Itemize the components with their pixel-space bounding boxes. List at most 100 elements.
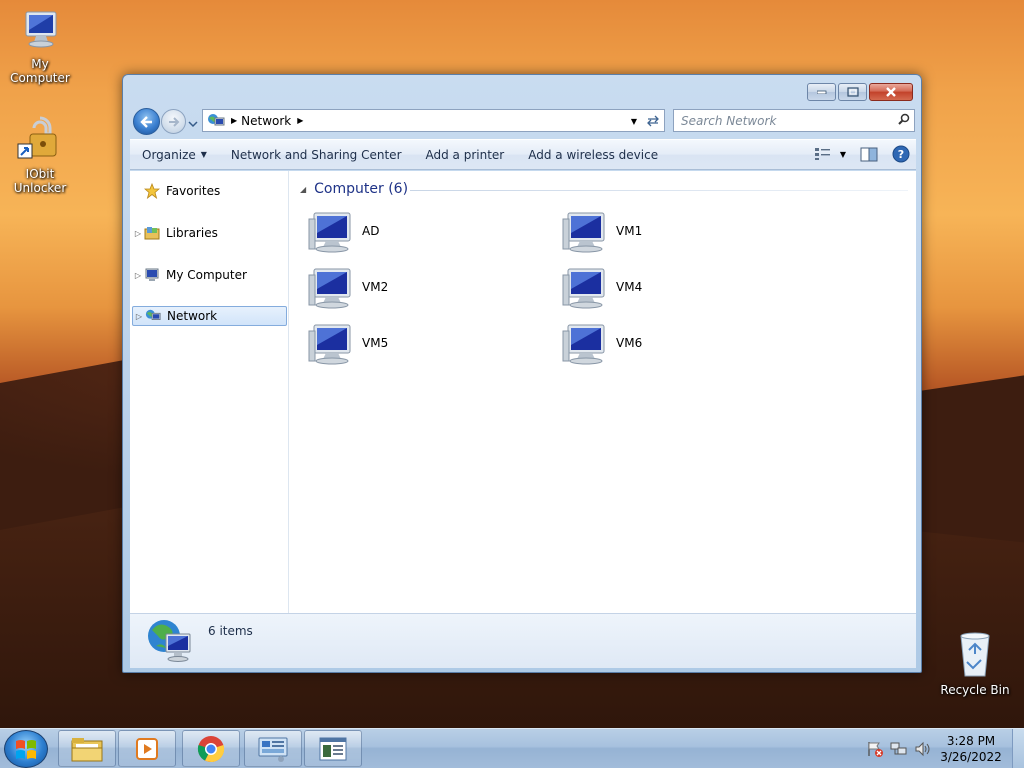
computer-name: VM6 bbox=[616, 336, 643, 350]
expand-arrow-icon[interactable]: ▷ bbox=[132, 271, 144, 280]
taskbar-window-button[interactable] bbox=[304, 730, 362, 767]
computer-icon bbox=[308, 324, 351, 365]
forward-button[interactable] bbox=[161, 109, 186, 134]
taskbar-explorer-button[interactable] bbox=[58, 730, 116, 767]
breadcrumb-separator-icon[interactable]: ▶ bbox=[231, 116, 237, 125]
item-count: 6 items bbox=[208, 624, 253, 638]
nav-item-my-computer[interactable]: ▷ My Computer bbox=[132, 265, 287, 285]
back-button[interactable] bbox=[133, 108, 160, 135]
action-center-flag-icon[interactable] bbox=[866, 741, 884, 757]
computer-name: AD bbox=[362, 224, 380, 238]
nav-item-network[interactable]: ▷ Network bbox=[132, 306, 287, 326]
address-dropdown-icon[interactable]: ▼ bbox=[631, 117, 637, 126]
address-bar[interactable]: ▶ Network ▶ ▼ bbox=[202, 109, 642, 132]
expand-arrow-icon[interactable]: ▷ bbox=[133, 312, 145, 321]
maximize-button[interactable] bbox=[838, 83, 867, 101]
svg-text:?: ? bbox=[898, 148, 904, 161]
add-wireless-device-button[interactable]: Add a wireless device bbox=[516, 148, 670, 162]
nav-item-label: Favorites bbox=[166, 184, 221, 198]
close-button[interactable] bbox=[869, 83, 913, 101]
taskbar-network-button[interactable] bbox=[244, 730, 302, 767]
control-panel-icon bbox=[258, 737, 288, 762]
media-player-icon bbox=[136, 737, 158, 760]
explorer-window[interactable]: ▶ Network ▶ ▼ Organize ▼ Network and Sha… bbox=[122, 74, 922, 673]
close-icon bbox=[886, 87, 896, 97]
windows-logo-icon bbox=[16, 740, 36, 759]
organize-label: Organize bbox=[142, 147, 196, 162]
preview-pane-button[interactable] bbox=[860, 147, 878, 162]
help-icon: ? bbox=[892, 145, 910, 163]
padlock-icon bbox=[0, 114, 80, 165]
collapse-arrow-icon[interactable]: ◢ bbox=[300, 185, 306, 194]
taskbar-chrome-button[interactable] bbox=[182, 730, 240, 767]
computer-icon bbox=[144, 267, 160, 283]
computer-icon bbox=[562, 212, 605, 253]
computer-item-vm5[interactable]: VM5 bbox=[308, 321, 528, 365]
computer-icon bbox=[0, 10, 80, 55]
nav-item-label: Network bbox=[167, 309, 218, 323]
nav-item-label: Libraries bbox=[166, 226, 218, 240]
search-input[interactable] bbox=[674, 113, 894, 128]
chevron-down-icon[interactable]: ▼ bbox=[840, 150, 846, 159]
title-bar[interactable] bbox=[123, 75, 921, 105]
desktop-icon-iobit-unlocker[interactable]: IObit Unlocker bbox=[0, 114, 80, 195]
nav-item-libraries[interactable]: ▷ Libraries bbox=[132, 223, 287, 243]
computer-item-vm6[interactable]: VM6 bbox=[562, 321, 782, 365]
clock-date: 3/26/2022 bbox=[940, 750, 1002, 764]
refresh-icon bbox=[646, 115, 659, 126]
computer-icon bbox=[562, 324, 605, 365]
search-box[interactable] bbox=[673, 109, 915, 132]
computer-item-vm2[interactable]: VM2 bbox=[308, 265, 528, 309]
network-sharing-center-button[interactable]: Network and Sharing Center bbox=[219, 148, 414, 162]
taskbar-media-player-button[interactable] bbox=[118, 730, 176, 767]
network-tray-icon[interactable] bbox=[890, 741, 908, 757]
group-header-computer[interactable]: ◢ Computer (6) bbox=[300, 181, 408, 197]
search-icon[interactable] bbox=[894, 113, 914, 128]
explorer-body: Favorites ▷ Libraries ▷ My Computer ▷ Ne… bbox=[130, 171, 916, 613]
system-tray: 3:28 PM 3/26/2022 bbox=[866, 729, 1024, 768]
star-icon bbox=[144, 183, 160, 199]
recent-pages-dropdown[interactable] bbox=[188, 117, 198, 128]
show-desktop-button[interactable] bbox=[1012, 729, 1024, 768]
volume-icon[interactable] bbox=[914, 741, 932, 757]
recycle-bin-icon bbox=[935, 630, 1015, 681]
help-button[interactable]: ? bbox=[892, 145, 910, 163]
clock-time: 3:28 PM bbox=[946, 734, 996, 748]
computer-item-ad[interactable]: AD bbox=[308, 209, 528, 253]
start-button[interactable] bbox=[4, 730, 48, 768]
minimize-button[interactable] bbox=[807, 83, 836, 101]
arrow-left-icon bbox=[139, 115, 152, 128]
breadcrumb-separator-icon[interactable]: ▶ bbox=[297, 116, 303, 125]
chrome-icon bbox=[197, 735, 225, 762]
folder-icon bbox=[71, 737, 103, 761]
file-list[interactable]: ◢ Computer (6) AD VM1 VM2 VM4 VM5 VM6 bbox=[290, 171, 916, 613]
group-divider bbox=[410, 190, 908, 191]
organize-button[interactable]: Organize ▼ bbox=[130, 148, 219, 162]
breadcrumb-network[interactable]: Network bbox=[241, 114, 291, 128]
clock[interactable]: 3:28 PM 3/26/2022 bbox=[938, 733, 1004, 765]
computer-icon bbox=[562, 268, 605, 309]
computer-name: VM1 bbox=[616, 224, 643, 238]
chevron-down-icon bbox=[188, 121, 198, 128]
libraries-icon bbox=[144, 225, 160, 241]
desktop-icon-my-computer[interactable]: My Computer bbox=[0, 10, 80, 85]
refresh-button[interactable] bbox=[641, 109, 665, 132]
add-printer-button[interactable]: Add a printer bbox=[414, 148, 517, 162]
navigation-row: ▶ Network ▶ ▼ bbox=[131, 105, 915, 135]
computer-item-vm4[interactable]: VM4 bbox=[562, 265, 782, 309]
computer-item-vm1[interactable]: VM1 bbox=[562, 209, 782, 253]
chevron-down-icon: ▼ bbox=[200, 150, 207, 159]
computer-name: VM5 bbox=[362, 336, 389, 350]
group-header-label: Computer (6) bbox=[314, 181, 409, 197]
details-pane: 6 items bbox=[130, 613, 916, 668]
navigation-pane[interactable]: Favorites ▷ Libraries ▷ My Computer ▷ Ne… bbox=[130, 171, 289, 613]
command-bar-right: ▼ ? bbox=[800, 145, 910, 163]
network-icon bbox=[145, 308, 161, 324]
computer-name: VM4 bbox=[616, 280, 643, 294]
desktop-icon-recycle-bin[interactable]: Recycle Bin bbox=[935, 630, 1015, 697]
change-view-button[interactable]: ▼ bbox=[814, 147, 846, 161]
nav-item-favorites[interactable]: Favorites bbox=[132, 181, 287, 201]
expand-arrow-icon[interactable]: ▷ bbox=[132, 229, 144, 238]
computer-icon bbox=[308, 268, 351, 309]
document-window-icon bbox=[319, 737, 347, 760]
